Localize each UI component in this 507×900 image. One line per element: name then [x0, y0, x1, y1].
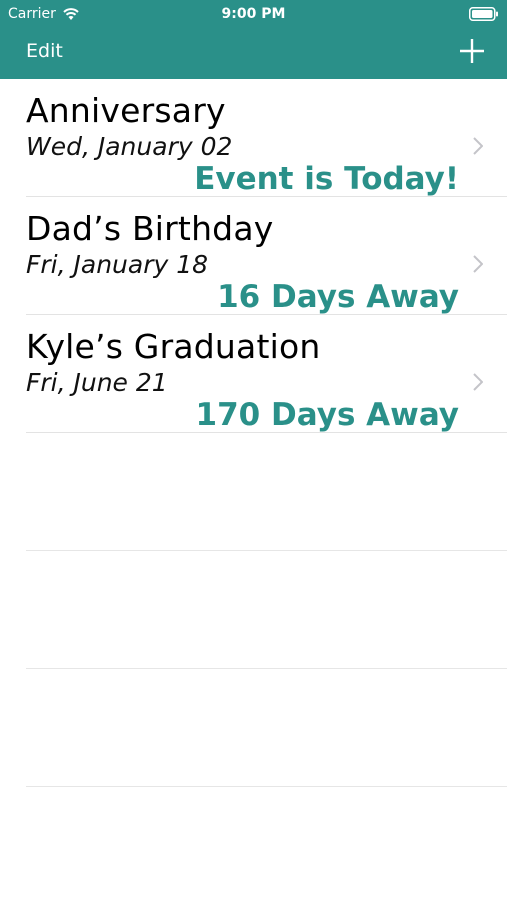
plus-icon[interactable]: [459, 38, 485, 64]
chevron-right-icon: [473, 137, 483, 155]
empty-row: [26, 551, 507, 669]
event-title: Dad’s Birthday: [26, 209, 274, 248]
event-title: Kyle’s Graduation: [26, 327, 321, 366]
navigation-bar: Carrier 9:00 PM Edit: [0, 0, 507, 79]
event-row[interactable]: Dad’s Birthday Fri, January 18 16 Days A…: [26, 197, 507, 315]
battery-icon: [469, 7, 498, 21]
event-title: Anniversary: [26, 91, 226, 130]
empty-row: [26, 433, 507, 551]
event-date: Fri, June 21: [26, 368, 168, 397]
event-date: Wed, January 02: [26, 132, 233, 161]
event-date: Fri, January 18: [26, 250, 209, 279]
edit-button[interactable]: Edit: [26, 40, 63, 62]
event-countdown: 170 Days Away: [195, 397, 459, 433]
chevron-right-icon: [473, 255, 483, 273]
status-bar: Carrier 9:00 PM: [0, 0, 507, 28]
event-row[interactable]: Anniversary Wed, January 02 Event is Tod…: [26, 79, 507, 197]
event-countdown: Event is Today!: [194, 161, 459, 197]
event-row[interactable]: Kyle’s Graduation Fri, June 21 170 Days …: [26, 315, 507, 433]
event-list: Anniversary Wed, January 02 Event is Tod…: [0, 79, 507, 787]
event-countdown: 16 Days Away: [217, 279, 459, 315]
status-time: 9:00 PM: [221, 6, 286, 22]
chevron-right-icon: [473, 373, 483, 391]
empty-row: [26, 669, 507, 787]
